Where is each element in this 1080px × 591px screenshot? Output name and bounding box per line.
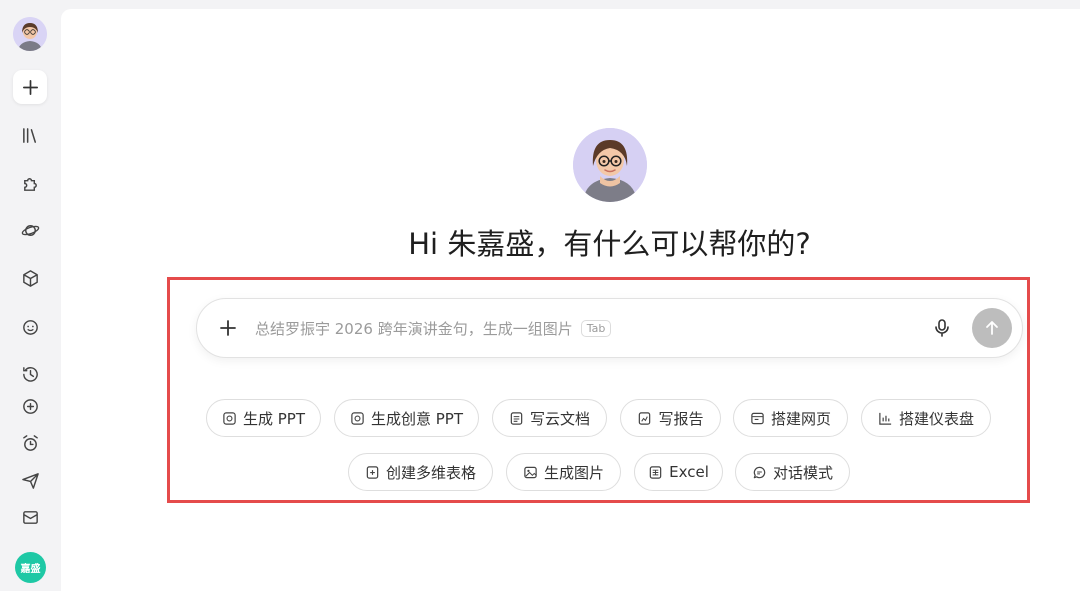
mail-icon xyxy=(22,510,38,524)
new-chat-button[interactable] xyxy=(13,70,47,104)
ppt-icon xyxy=(223,411,236,425)
plus-circle-icon xyxy=(22,398,38,414)
main-panel: Hi 朱嘉盛，有什么可以帮你的? 总结罗振宇 2026 跨年演讲金句，生成一组图… xyxy=(61,9,1080,591)
webpage-icon xyxy=(751,412,764,424)
plus-icon xyxy=(220,320,236,336)
user-badge[interactable]: 嘉盛 xyxy=(15,552,46,583)
sidebar-item-library[interactable] xyxy=(13,118,47,152)
chip-generate-ppt[interactable]: 生成 PPT xyxy=(206,399,321,437)
chip-label: 对话模式 xyxy=(772,463,833,482)
chip-chat-mode[interactable]: 对话模式 xyxy=(735,453,850,491)
plus-icon xyxy=(22,79,38,95)
smiley-icon xyxy=(22,319,38,335)
sidebar-item-history[interactable] xyxy=(13,357,47,391)
doc-icon xyxy=(510,411,523,425)
chat-icon xyxy=(753,466,766,478)
image-icon xyxy=(524,466,537,478)
chip-label: 创建多维表格 xyxy=(385,463,476,482)
books-icon xyxy=(22,127,36,143)
sidebar-item-schedule[interactable] xyxy=(13,426,47,460)
puzzle-icon xyxy=(23,177,37,191)
arrow-up-icon xyxy=(986,321,998,335)
chip-create-table[interactable]: 创建多维表格 xyxy=(348,453,493,491)
chip-label: 生成图片 xyxy=(543,463,604,482)
planet-icon xyxy=(21,224,39,236)
send-button[interactable] xyxy=(972,308,1012,348)
sidebar-item-agents[interactable] xyxy=(13,309,47,343)
chip-label: 写报告 xyxy=(658,409,704,428)
chip-excel[interactable]: Excel xyxy=(634,453,723,491)
dashboard-icon xyxy=(879,412,892,425)
excel-icon xyxy=(649,465,662,479)
chip-build-dashboard[interactable]: 搭建仪表盘 xyxy=(861,399,991,437)
sidebar-item-plugins[interactable] xyxy=(13,166,47,200)
paper-plane-icon xyxy=(21,472,39,489)
alarm-icon xyxy=(22,434,38,451)
sidebar-item-explore[interactable] xyxy=(13,213,47,247)
prompt-input[interactable]: 总结罗振宇 2026 跨年演讲金句，生成一组图片 Tab xyxy=(255,318,612,339)
avatar[interactable] xyxy=(13,17,47,51)
chip-label: Excel xyxy=(669,463,709,481)
chip-label: 生成 PPT xyxy=(242,409,306,428)
chip-build-webpage[interactable]: 搭建网页 xyxy=(733,399,848,437)
chip-write-report[interactable]: 写报告 xyxy=(620,399,721,437)
chip-label: 搭建网页 xyxy=(770,409,831,428)
ppt-creative-icon xyxy=(351,411,364,425)
report-icon xyxy=(639,411,651,425)
cube-icon xyxy=(22,269,38,287)
greeting-title: Hi 朱嘉盛，有什么可以帮你的? xyxy=(408,227,811,261)
tab-hint: Tab xyxy=(580,320,612,337)
history-icon xyxy=(22,366,38,382)
sidebar-item-send[interactable] xyxy=(13,463,47,497)
sidebar: 嘉盛 xyxy=(0,0,60,591)
voice-input-button[interactable] xyxy=(929,315,955,341)
chip-generate-creative-ppt[interactable]: 生成创意 PPT xyxy=(334,399,479,437)
attach-button[interactable] xyxy=(215,315,241,341)
chip-generate-image[interactable]: 生成图片 xyxy=(506,453,621,491)
chip-write-doc[interactable]: 写云文档 xyxy=(492,399,607,437)
assistant-avatar xyxy=(573,128,647,202)
prompt-placeholder: 总结罗振宇 2026 跨年演讲金句，生成一组图片 xyxy=(255,320,573,338)
prompt-input-box[interactable]: 总结罗振宇 2026 跨年演讲金句，生成一组图片 Tab xyxy=(196,298,1023,358)
sidebar-item-models[interactable] xyxy=(13,261,47,295)
microphone-icon xyxy=(935,319,949,337)
table-icon xyxy=(366,465,379,479)
chip-label: 搭建仪表盘 xyxy=(898,409,974,428)
chip-label: 写云文档 xyxy=(529,409,590,428)
sidebar-item-add[interactable] xyxy=(13,389,47,423)
chip-label: 生成创意 PPT xyxy=(370,409,464,428)
sidebar-item-mail[interactable] xyxy=(13,500,47,534)
